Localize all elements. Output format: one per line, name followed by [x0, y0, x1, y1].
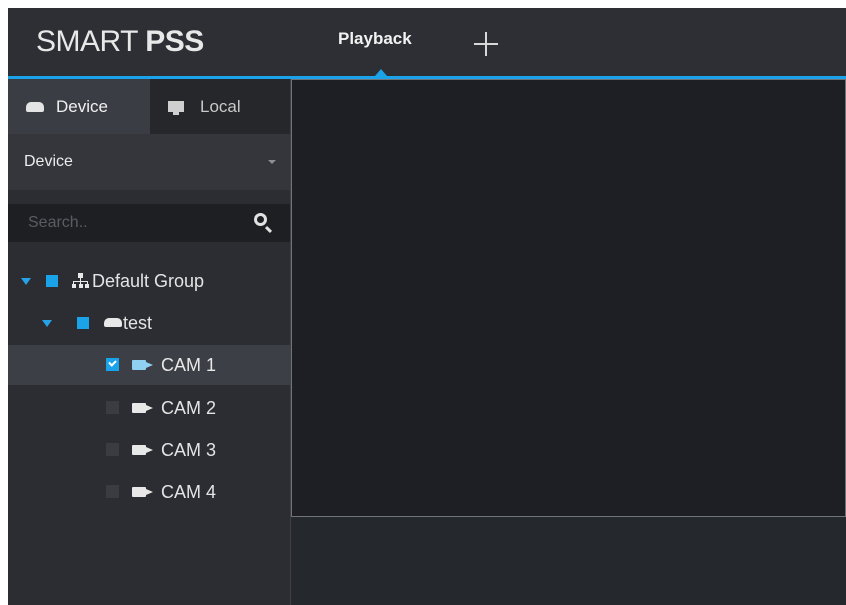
device-panel: Device Local Device Search.. Default Gro…	[8, 79, 290, 605]
expand-arrow-icon[interactable]	[42, 320, 52, 327]
tree-node-device-test[interactable]: test	[8, 303, 290, 343]
tab-device-label: Device	[56, 96, 108, 116]
tree-label-default-group: Default Group	[92, 271, 205, 291]
camera-icon	[132, 445, 154, 455]
channel-checkbox[interactable]	[106, 401, 119, 414]
channel-label: CAM 3	[161, 440, 217, 460]
search-icon[interactable]	[254, 213, 267, 226]
tree-label-device: test	[123, 313, 153, 333]
device-icon	[104, 318, 122, 327]
tab-device[interactable]: Device	[8, 79, 150, 134]
channel-label: CAM 2	[161, 398, 217, 418]
channel-checkbox[interactable]	[106, 443, 119, 456]
device-checkbox[interactable]	[77, 317, 89, 329]
panel-tabs: Device Local	[8, 79, 290, 134]
monitor-icon	[168, 101, 184, 115]
channel-checkbox[interactable]	[106, 358, 119, 371]
channel-label: CAM 1	[161, 355, 217, 375]
playback-timeline-area	[291, 517, 846, 605]
channel-item-cam-4[interactable]: CAM 4	[8, 472, 290, 512]
camera-icon	[132, 360, 154, 370]
channel-checkbox[interactable]	[106, 485, 119, 498]
camera-icon	[132, 487, 154, 497]
expand-arrow-icon[interactable]	[21, 278, 31, 285]
plus-icon[interactable]	[474, 32, 498, 56]
camera-icon	[132, 403, 154, 413]
search-input[interactable]	[8, 204, 243, 242]
channel-item-cam-2[interactable]: CAM 2	[8, 388, 290, 428]
dropdown-selected-value: Device	[24, 153, 73, 170]
search-box	[8, 204, 290, 242]
top-bar: SMART PSS Playback	[8, 8, 846, 76]
device-filter-dropdown[interactable]: Device	[8, 134, 290, 190]
tab-local-label: Local	[200, 96, 241, 116]
chevron-down-icon	[268, 160, 276, 164]
app-logo: SMART PSS	[36, 25, 204, 58]
device-icon	[26, 101, 44, 112]
video-window[interactable]	[291, 79, 846, 517]
channel-item-cam-1[interactable]: CAM 1	[8, 345, 290, 385]
active-tab-indicator	[375, 69, 387, 76]
channel-item-cam-3[interactable]: CAM 3	[8, 430, 290, 470]
tree-node-default-group[interactable]: Default Group	[8, 261, 290, 301]
group-checkbox[interactable]	[46, 275, 58, 287]
tab-local[interactable]: Local	[150, 79, 290, 134]
channel-label: CAM 4	[161, 482, 217, 502]
tab-playback[interactable]: Playback	[338, 29, 412, 49]
network-group-icon	[72, 273, 89, 289]
smart-pss-window: SMART PSS Playback Device Local Device S…	[8, 8, 846, 605]
